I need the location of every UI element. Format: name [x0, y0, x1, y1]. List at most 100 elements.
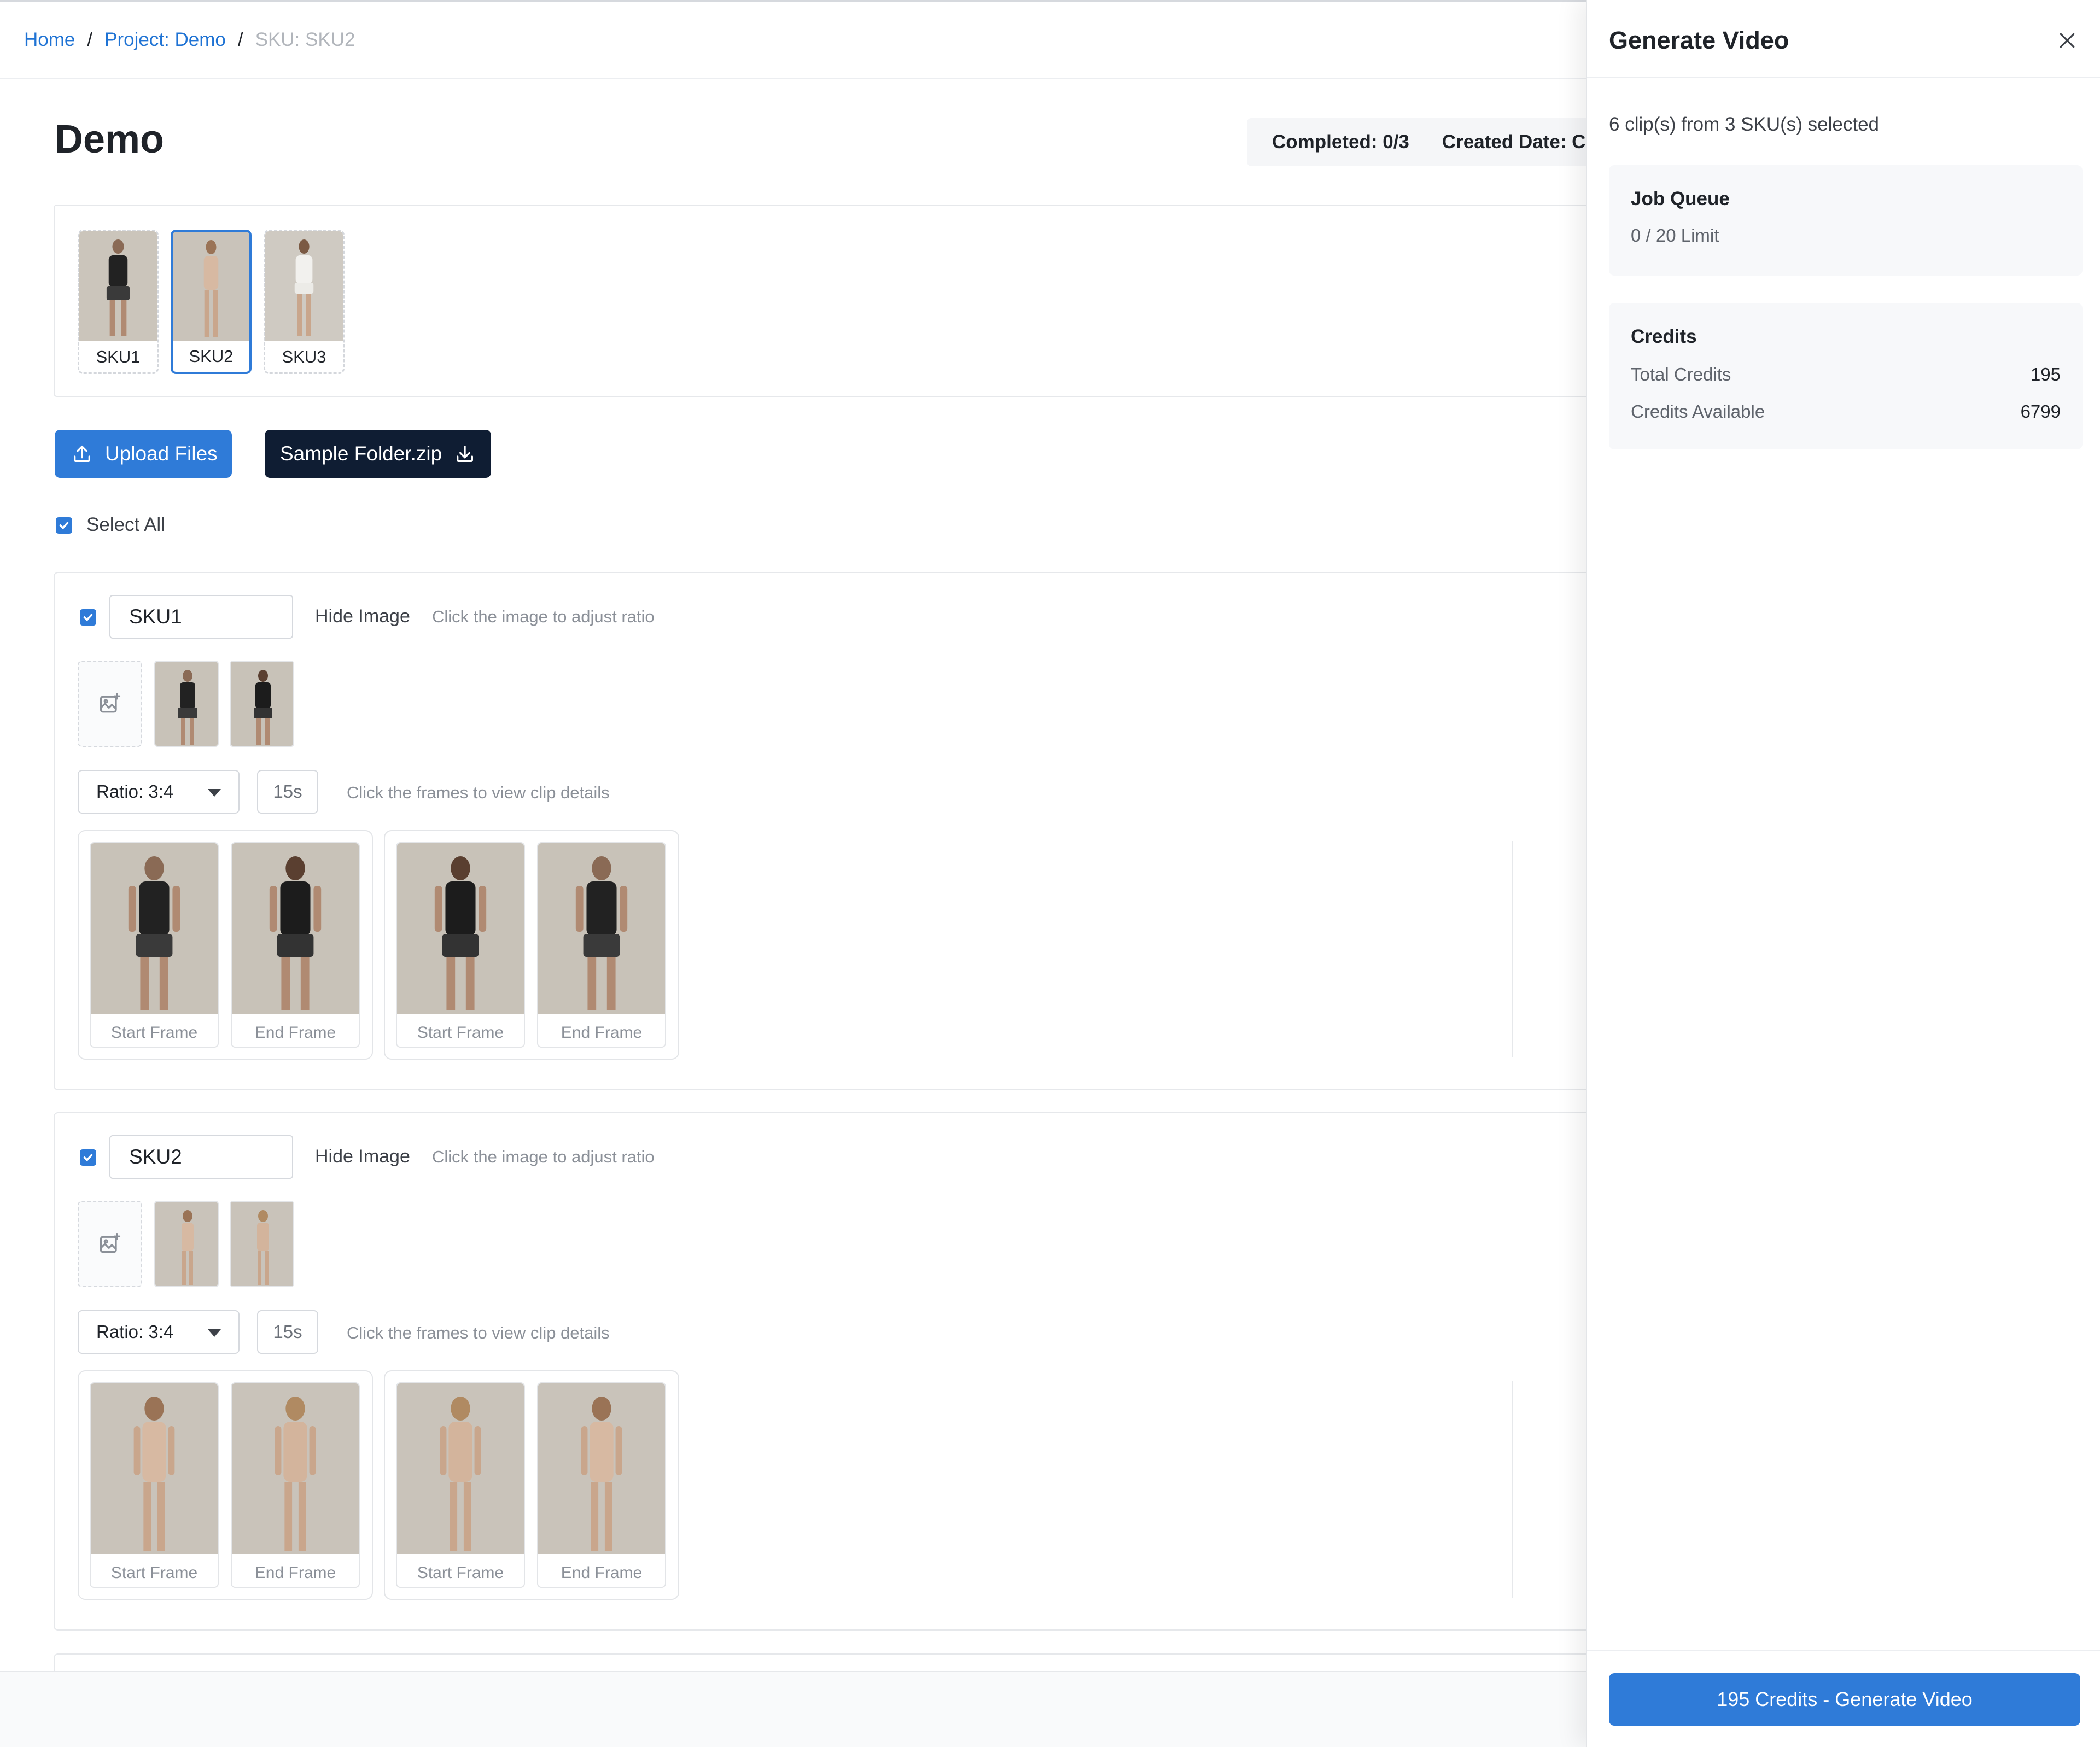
check-icon: [83, 614, 93, 621]
hide-image-toggle[interactable]: Hide Image: [315, 1146, 410, 1167]
breadcrumb-home[interactable]: Home: [24, 29, 75, 51]
end-frame[interactable]: End Frame: [231, 1382, 360, 1588]
sku-source-image[interactable]: [230, 1201, 294, 1287]
frame-photo: [538, 1383, 665, 1554]
ratio-hint: Click the image to adjust ratio: [432, 1147, 655, 1166]
clip-divider: [1512, 841, 1513, 1057]
breadcrumb-separator: /: [237, 29, 243, 50]
sku-thumbnail-label: SKU2: [189, 347, 234, 366]
ratio-value: Ratio: 3:4: [96, 1322, 174, 1342]
download-icon: [457, 446, 474, 462]
sku-thumbnail-label: SKU1: [96, 347, 141, 366]
sku-thumbnail[interactable]: SKU1: [78, 230, 159, 374]
start-frame[interactable]: Start Frame: [90, 842, 219, 1048]
clip-group[interactable]: Start Frame End Frame: [78, 1370, 373, 1600]
end-frame[interactable]: End Frame: [537, 842, 666, 1048]
page-title: Demo: [55, 118, 165, 161]
breadcrumb: Home / Project: Demo / SKU: SKU2: [24, 27, 355, 52]
add-image-icon: [100, 1233, 121, 1253]
drawer-footer-divider: [1587, 1650, 2100, 1651]
sku-photo: [79, 231, 157, 341]
frames-hint: Click the frames to view clip details: [347, 783, 610, 802]
start-frame-label: Start Frame: [417, 1024, 504, 1042]
top-border: [0, 0, 1586, 2]
main-content: Home / Project: Demo / SKU: SKU2 Demo Co…: [0, 0, 1586, 1747]
end-frame[interactable]: End Frame: [537, 1382, 666, 1588]
total-credits-value: 195: [2030, 364, 2061, 384]
chevron-down-icon: [208, 789, 221, 797]
sku-card: SKU2 Hide Image Click the image to adjus…: [54, 1112, 1586, 1631]
total-credits-label: Total Credits: [1631, 364, 1731, 384]
clip-group[interactable]: Start Frame End Frame: [78, 830, 373, 1060]
credits-available-label: Credits Available: [1631, 401, 1765, 422]
frame-photo: [91, 1383, 218, 1554]
check-icon: [59, 522, 69, 529]
select-all-label: Select All: [86, 514, 165, 535]
job-queue-value: 0 / 20 Limit: [1631, 225, 1719, 246]
start-frame-label: Start Frame: [110, 1024, 198, 1042]
end-frame-label: End Frame: [254, 1564, 336, 1582]
clip-group[interactable]: Start Frame End Frame: [384, 1370, 679, 1600]
drawer-divider: [1587, 77, 2100, 78]
source-photo: [231, 1202, 293, 1286]
breadcrumb-current: SKU: SKU2: [255, 29, 355, 50]
ratio-select[interactable]: Ratio: 3:4: [78, 1310, 240, 1354]
add-image-icon: [100, 693, 121, 713]
job-queue-title: Job Queue: [1631, 188, 1730, 209]
start-frame[interactable]: Start Frame: [90, 1382, 219, 1588]
duration-badge[interactable]: 15s: [257, 770, 318, 814]
breadcrumb-project[interactable]: Project: Demo: [104, 29, 226, 51]
sku-thumbnail[interactable]: SKU2: [171, 230, 252, 374]
add-image-button[interactable]: [78, 1201, 142, 1287]
end-frame-label: End Frame: [561, 1564, 643, 1582]
header-divider: [0, 78, 1586, 79]
upload-files-label: Upload Files: [105, 442, 218, 465]
drawer-title: Generate Video: [1609, 26, 1789, 54]
credits-available-row: Credits Available 6799: [1631, 401, 2061, 422]
sku-checkbox[interactable]: [80, 1149, 96, 1166]
sku-card: SKU1 Hide Image Click the image to adjus…: [54, 572, 1586, 1090]
start-frame-label: Start Frame: [110, 1564, 198, 1582]
credits-title: Credits: [1631, 326, 1697, 347]
frames-hint: Click the frames to view clip details: [347, 1323, 610, 1342]
upload-files-button[interactable]: Upload Files: [55, 430, 232, 478]
end-frame-label: End Frame: [254, 1024, 336, 1042]
start-frame[interactable]: Start Frame: [396, 842, 525, 1048]
sku-name-input[interactable]: SKU1: [109, 595, 293, 639]
end-frame-label: End Frame: [561, 1024, 643, 1042]
frame-photo: [91, 843, 218, 1014]
close-button[interactable]: [2052, 25, 2082, 56]
hide-image-toggle[interactable]: Hide Image: [315, 606, 410, 627]
completed-count: Completed: 0/3: [1272, 131, 1409, 153]
check-icon: [83, 1154, 93, 1161]
frame-photo: [397, 843, 524, 1014]
sku-source-image[interactable]: [230, 661, 294, 747]
select-all-checkbox[interactable]: [56, 517, 72, 534]
source-photo: [155, 1202, 218, 1286]
sku-thumbnail-strip: SKU1 SKU2 SKU3: [54, 205, 1586, 397]
sku-photo: [265, 231, 343, 341]
sku-thumbnail-label: SKU3: [282, 347, 326, 366]
sku-name-input[interactable]: SKU2: [109, 1135, 293, 1179]
sku-source-image[interactable]: [154, 661, 219, 747]
start-frame[interactable]: Start Frame: [396, 1382, 525, 1588]
ratio-hint: Click the image to adjust ratio: [432, 607, 655, 626]
ratio-select[interactable]: Ratio: 3:4: [78, 770, 240, 814]
credits-available-value: 6799: [2020, 401, 2061, 422]
end-frame[interactable]: End Frame: [231, 842, 360, 1048]
source-photo: [231, 662, 293, 746]
generate-video-button[interactable]: 195 Credits - Generate Video: [1609, 1673, 2080, 1726]
sample-folder-button[interactable]: Sample Folder.zip: [265, 430, 491, 478]
sku-thumbnail[interactable]: SKU3: [264, 230, 345, 374]
chevron-down-icon: [208, 1329, 221, 1337]
frame-photo: [538, 843, 665, 1014]
breadcrumb-separator: /: [87, 29, 93, 50]
sku-photo: [173, 232, 249, 341]
total-credits-row: Total Credits 195: [1631, 364, 2061, 385]
add-image-button[interactable]: [78, 661, 142, 747]
clip-group[interactable]: Start Frame End Frame: [384, 830, 679, 1060]
duration-badge[interactable]: 15s: [257, 1310, 318, 1354]
sku-checkbox[interactable]: [80, 609, 96, 626]
upload-icon: [74, 446, 90, 462]
sku-source-image[interactable]: [154, 1201, 219, 1287]
